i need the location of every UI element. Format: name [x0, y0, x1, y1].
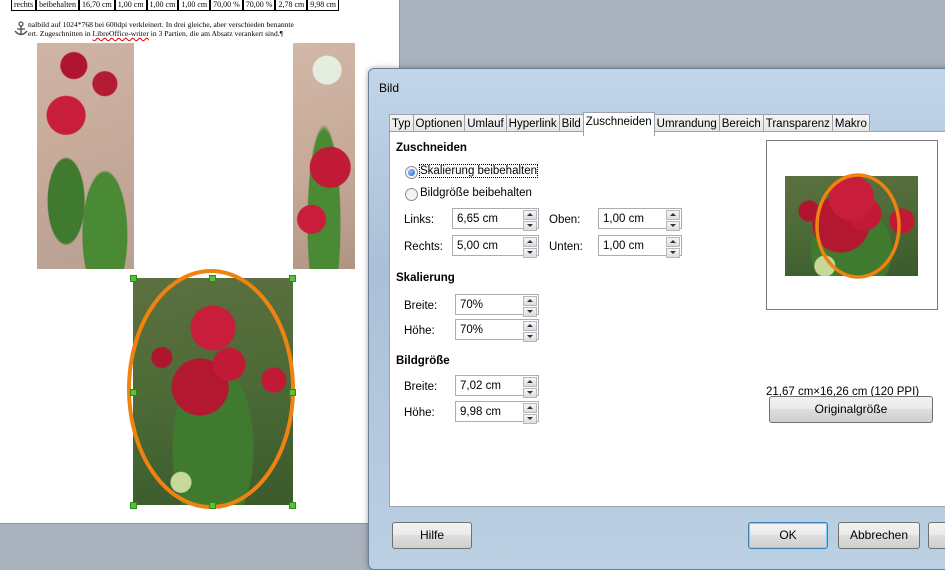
selection-handle[interactable] — [289, 389, 296, 396]
scale-width-value[interactable]: 70% — [460, 299, 483, 311]
table-cell: beibehalten — [36, 0, 79, 11]
caption-text-end: in 3 Partien, die am Absatz verankert si… — [148, 29, 284, 38]
spin-buttons[interactable] — [523, 377, 537, 398]
spin-down-icon[interactable] — [523, 414, 537, 424]
spin-buttons[interactable] — [523, 210, 537, 231]
size-width-label: Breite: — [404, 381, 438, 393]
spin-up-icon[interactable] — [523, 403, 537, 413]
caption-misspelled-word: LibreOffice-writer — [92, 29, 149, 38]
table-cell: 70,00 % — [242, 0, 276, 11]
dialog-title: Bild — [379, 81, 400, 95]
table-cell: 1,00 cm — [146, 0, 179, 11]
size-height-spinfield[interactable]: 9,98 cm — [455, 401, 539, 424]
image-caption: nalbild auf 1024*768 bei 600dpi verklein… — [28, 20, 388, 38]
crop-bottom-spinfield[interactable]: 1,00 cm — [598, 235, 682, 258]
spin-up-icon[interactable] — [523, 210, 537, 220]
scale-width-label: Breite: — [404, 300, 438, 312]
size-height-value[interactable]: 9,98 cm — [460, 406, 501, 418]
scale-height-value[interactable]: 70% — [460, 324, 483, 336]
table-cell: 16,70 cm — [78, 0, 115, 11]
spin-down-icon[interactable] — [523, 332, 537, 342]
tab-zuschneiden[interactable]: Zuschneiden — [582, 112, 655, 136]
ok-button[interactable]: OK — [748, 522, 828, 549]
crop-preview — [766, 140, 938, 310]
scale-heading: Skalierung — [396, 272, 455, 284]
selection-handle[interactable] — [209, 275, 216, 282]
radio-keep-scale-label[interactable]: Skalierung beibehalten — [418, 164, 539, 178]
selection-handle[interactable] — [289, 502, 296, 509]
crop-bottom-value[interactable]: 1,00 cm — [603, 240, 644, 252]
crop-left-label: Links: — [404, 214, 435, 226]
caption-line-1: nalbild auf 1024*768 bei 600dpi verklein… — [28, 20, 294, 29]
spin-up-icon[interactable] — [523, 237, 537, 247]
crop-right-spinfield[interactable]: 5,00 cm — [452, 235, 539, 258]
crop-left-spinfield[interactable]: 6,65 cm — [452, 208, 539, 231]
crop-heading: Zuschneiden — [396, 142, 467, 154]
selection-handle[interactable] — [130, 389, 137, 396]
spin-down-icon[interactable] — [523, 388, 537, 398]
spin-up-icon[interactable] — [523, 296, 537, 306]
preview-highlight-ellipse — [815, 173, 901, 279]
selection-handle[interactable] — [130, 275, 137, 282]
workspace-background — [0, 524, 400, 556]
scale-height-label: Höhe: — [404, 325, 435, 337]
crop-right-value[interactable]: 5,00 cm — [457, 240, 498, 252]
spin-up-icon[interactable] — [523, 321, 537, 331]
spin-buttons[interactable] — [523, 237, 537, 258]
spin-buttons[interactable] — [666, 210, 680, 231]
radio-keep-scale[interactable] — [405, 166, 418, 179]
size-height-label: Höhe: — [404, 407, 435, 419]
crop-bottom-label: Unten: — [549, 241, 583, 253]
caption-text: ert. Zugeschnitten in — [28, 29, 93, 38]
table-cell: 2,78 cm — [275, 0, 308, 11]
cropped-image-right[interactable] — [293, 43, 355, 269]
cancel-button[interactable]: Abbrechen — [838, 522, 920, 549]
spin-buttons[interactable] — [666, 237, 680, 258]
anchor-icon[interactable] — [13, 21, 29, 37]
table-cell: 1,00 cm — [114, 0, 147, 11]
table-cell: 1,00 cm — [178, 0, 211, 11]
scale-height-spinfield[interactable]: 70% — [455, 319, 539, 342]
scale-width-spinfield[interactable]: 70% — [455, 294, 539, 317]
table-cell: rechts — [11, 0, 37, 11]
radio-keep-size-label[interactable]: Bildgröße beibehalten — [420, 187, 532, 199]
radio-keep-size[interactable] — [405, 188, 418, 201]
crop-top-label: Oben: — [549, 214, 581, 226]
table-cell: 70,00 % — [210, 0, 243, 11]
spin-up-icon[interactable] — [666, 237, 680, 247]
spin-up-icon[interactable] — [523, 377, 537, 387]
crop-top-value[interactable]: 1,00 cm — [603, 213, 644, 225]
spin-down-icon[interactable] — [523, 307, 537, 317]
highlight-ellipse-document — [127, 269, 295, 509]
crop-right-label: Rechts: — [404, 241, 443, 253]
spin-buttons[interactable] — [523, 296, 537, 317]
crop-left-value[interactable]: 6,65 cm — [457, 213, 498, 225]
document-table: rechts beibehalten 16,70 cm 1,00 cm 1,00… — [11, 0, 340, 11]
next-button[interactable] — [928, 522, 945, 549]
caption-line-2: ert. Zugeschnitten in LibreOffice-writer… — [28, 29, 388, 38]
spin-buttons[interactable] — [523, 321, 537, 342]
document-page: rechts beibehalten 16,70 cm 1,00 cm 1,00… — [0, 0, 400, 524]
selection-handle[interactable] — [130, 502, 137, 509]
original-size-button[interactable]: Originalgröße — [769, 396, 933, 423]
spin-buttons[interactable] — [523, 403, 537, 424]
crop-top-spinfield[interactable]: 1,00 cm — [598, 208, 682, 231]
selection-handle[interactable] — [209, 502, 216, 509]
selection-handle[interactable] — [289, 275, 296, 282]
spin-down-icon[interactable] — [523, 248, 537, 258]
spin-down-icon[interactable] — [666, 248, 680, 258]
table-cell: 9,98 cm — [307, 0, 340, 11]
cropped-image-left[interactable] — [37, 43, 134, 269]
spin-up-icon[interactable] — [666, 210, 680, 220]
size-width-spinfield[interactable]: 7,02 cm — [455, 375, 539, 398]
size-heading: Bildgröße — [396, 355, 450, 367]
size-width-value[interactable]: 7,02 cm — [460, 380, 501, 392]
spin-down-icon[interactable] — [523, 221, 537, 231]
spin-down-icon[interactable] — [666, 221, 680, 231]
help-button[interactable]: Hilfe — [392, 522, 472, 549]
